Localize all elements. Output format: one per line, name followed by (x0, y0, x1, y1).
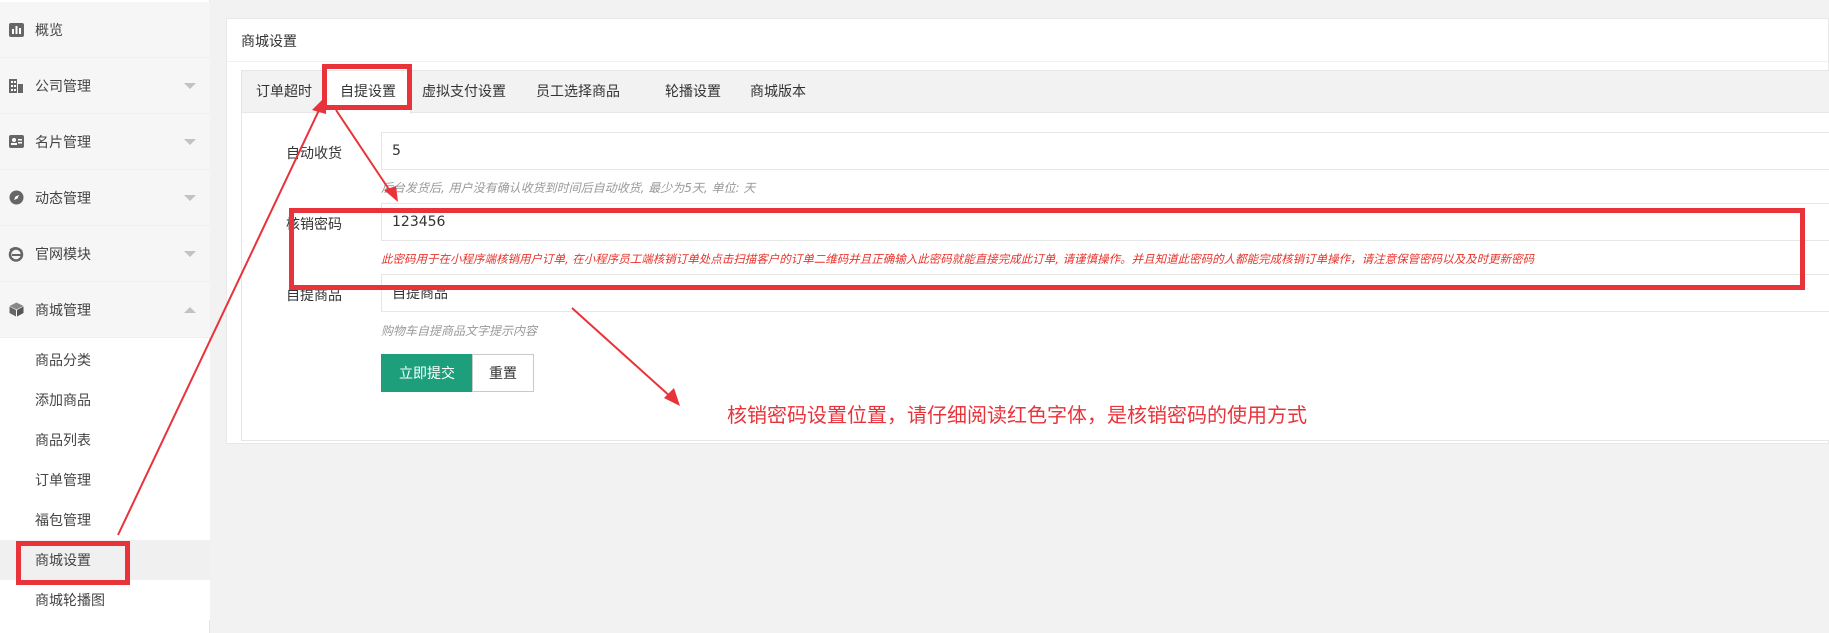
chevron-down-icon (184, 82, 196, 89)
highlight-box-tab (322, 64, 412, 110)
sidebar-item-label: 商城管理 (35, 302, 91, 319)
subitem-label: 订单管理 (35, 473, 91, 489)
auto-receive-label: 自动收货 (286, 146, 342, 162)
tab-carousel-settings[interactable]: 轮播设置 (651, 71, 735, 113)
sidebar-item-mall[interactable]: 商城管理 (0, 282, 210, 338)
pickup-goods-hint: 购物车自提商品文字提示内容 (381, 324, 538, 338)
sidebar: 概览 公司管理 名片管理 动态管理 官网模块 商城管理 商品分类 添加商品 商品… (0, 0, 210, 633)
annotation-text: 核销密码设置位置，请仔细阅读红色字体，是核销密码的使用方式 (727, 403, 1307, 427)
sidebar-item-overview[interactable]: 概览 (0, 2, 210, 58)
sidebar-subitem-categories[interactable]: 商品分类 (0, 340, 210, 380)
chevron-down-icon (184, 250, 196, 257)
browser-icon (8, 246, 24, 262)
reset-button[interactable]: 重置 (472, 354, 534, 392)
sidebar-item-label: 名片管理 (35, 134, 91, 151)
sidebar-subitem-add-product[interactable]: 添加商品 (0, 380, 210, 420)
tab-virtual-payment[interactable]: 虚拟支付设置 (408, 71, 520, 113)
sidebar-item-label: 官网模块 (35, 246, 91, 263)
card-icon (8, 134, 24, 150)
chevron-down-icon (184, 194, 196, 201)
tab-staff-products[interactable]: 员工选择商品 (522, 71, 634, 113)
subitem-label: 添加商品 (35, 393, 91, 409)
sidebar-item-cards[interactable]: 名片管理 (0, 114, 210, 170)
auto-receive-input[interactable] (381, 132, 1829, 170)
sidebar-item-company[interactable]: 公司管理 (0, 58, 210, 114)
tab-mall-version[interactable]: 商城版本 (736, 71, 820, 113)
building-icon (8, 78, 24, 94)
sidebar-item-label: 动态管理 (35, 190, 91, 207)
chevron-down-icon (184, 138, 196, 145)
subitem-label: 商品分类 (35, 353, 91, 369)
sidebar-subitem-carousel[interactable]: 商城轮播图 (0, 580, 210, 620)
chevron-up-icon (184, 306, 196, 313)
sidebar-item-label: 概览 (35, 22, 63, 39)
highlight-box-sidebar (16, 541, 130, 585)
subitem-label: 商品列表 (35, 433, 91, 449)
sidebar-subitem-product-list[interactable]: 商品列表 (0, 420, 210, 460)
box-icon (8, 302, 24, 318)
sidebar-item-label: 公司管理 (35, 78, 91, 95)
page-title: 商城设置 (241, 34, 297, 50)
sidebar-item-website[interactable]: 官网模块 (0, 226, 210, 282)
highlight-box-password (289, 208, 1805, 290)
tab-bar: 订单超时 自提设置 虚拟支付设置 员工选择商品 轮播设置 商城版本 (242, 71, 1829, 114)
sidebar-item-news[interactable]: 动态管理 (0, 170, 210, 226)
subitem-label: 福包管理 (35, 513, 91, 529)
chart-icon (8, 22, 24, 38)
sidebar-subitem-bonus[interactable]: 福包管理 (0, 500, 210, 540)
compass-icon (8, 190, 24, 206)
auto-receive-hint: 后台发货后, 用户没有确认收货到时间后自动收货, 最少为5天, 单位: 天 (381, 181, 756, 195)
subitem-label: 商城轮播图 (35, 593, 105, 609)
sidebar-subitem-orders[interactable]: 订单管理 (0, 460, 210, 500)
submit-button[interactable]: 立即提交 (381, 354, 473, 392)
tab-order-timeout[interactable]: 订单超时 (242, 71, 326, 113)
divider (227, 61, 1828, 62)
